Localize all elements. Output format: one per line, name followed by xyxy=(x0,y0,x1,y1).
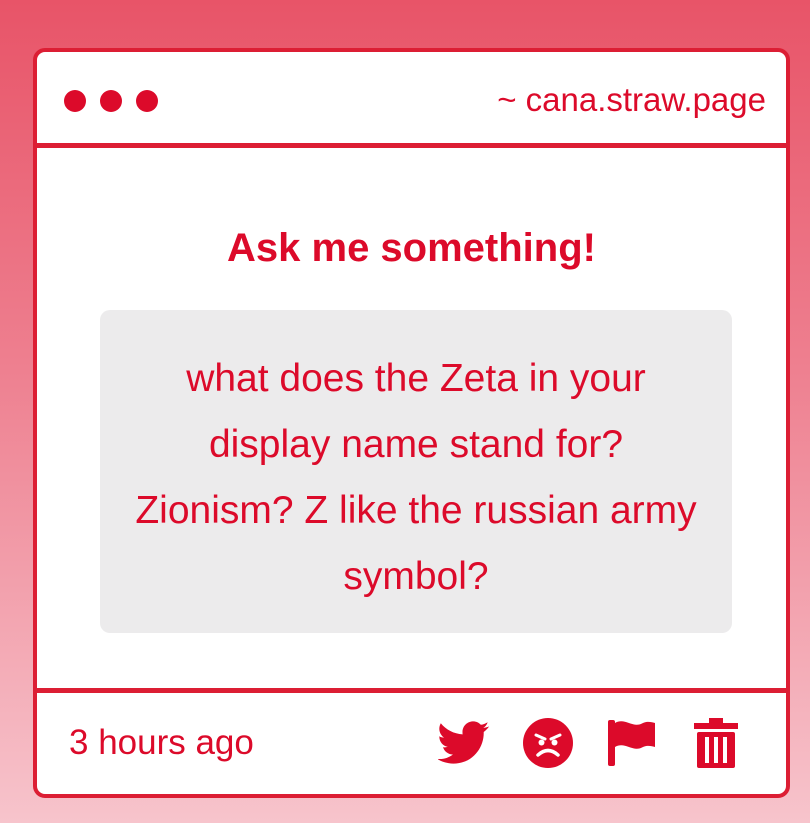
site-url[interactable]: ~ cana.straw.page xyxy=(497,80,766,120)
question-text: what does the Zeta in your display name … xyxy=(135,357,697,598)
card-footer: 3 hours ago xyxy=(37,688,786,794)
action-bar xyxy=(436,715,744,771)
trash-icon xyxy=(694,718,738,768)
window-titlebar: ~ cana.straw.page xyxy=(37,52,786,148)
report-button[interactable] xyxy=(604,715,660,771)
page-heading: Ask me something! xyxy=(227,226,596,270)
flag-icon xyxy=(608,720,655,766)
window-dots xyxy=(64,90,158,112)
delete-button[interactable] xyxy=(688,715,744,771)
twitter-icon xyxy=(438,721,490,764)
question-box: what does the Zeta in your display name … xyxy=(100,310,732,633)
share-twitter-button[interactable] xyxy=(436,715,492,771)
timestamp: 3 hours ago xyxy=(69,723,254,762)
window-dot xyxy=(64,90,86,112)
angry-face-icon xyxy=(523,718,573,768)
window-dot xyxy=(100,90,122,112)
question-card: ~ cana.straw.page Ask me something! what… xyxy=(33,48,790,798)
react-angry-button[interactable] xyxy=(520,715,576,771)
window-dot xyxy=(136,90,158,112)
